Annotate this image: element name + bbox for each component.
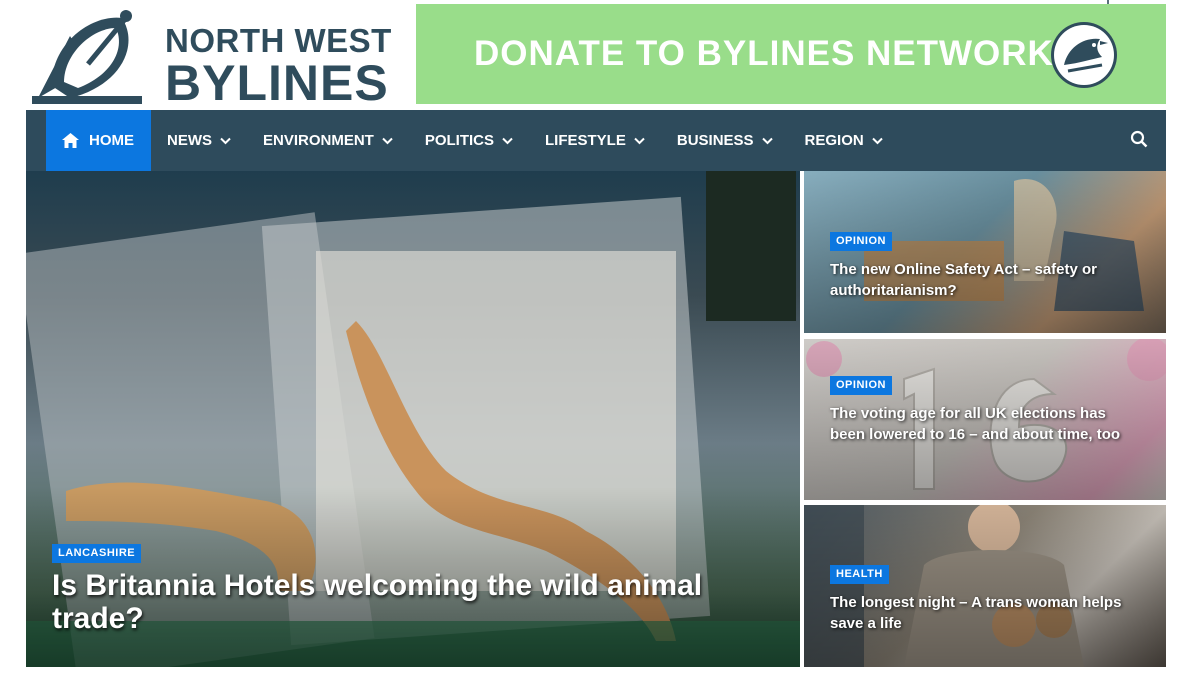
- chevron-down-icon: [634, 137, 645, 144]
- chevron-down-icon: [872, 137, 883, 144]
- card-title[interactable]: The longest night – A trans woman helps …: [830, 592, 1130, 634]
- nav-label: ENVIRONMENT: [263, 132, 374, 149]
- article-card[interactable]: OPINION The voting age for all UK electi…: [804, 339, 1166, 500]
- card-title[interactable]: The voting age for all UK elections has …: [830, 403, 1130, 445]
- hero-article[interactable]: LANCASHIRE Is Britannia Hotels welcoming…: [26, 171, 800, 667]
- nav-item-news[interactable]: NEWS: [151, 110, 247, 171]
- satellite-dish-logo-icon: [32, 10, 142, 104]
- category-badge[interactable]: OPINION: [830, 376, 892, 395]
- card-title[interactable]: The new Online Safety Act – safety or au…: [830, 259, 1130, 301]
- article-card[interactable]: HEALTH The longest night – A trans woman…: [804, 505, 1166, 667]
- chevron-down-icon: [761, 137, 773, 144]
- chevron-down-icon: [220, 137, 231, 144]
- logo-line-1: NORTH WEST: [165, 22, 392, 59]
- nav-label: NEWS: [167, 132, 212, 149]
- chevron-down-icon: [502, 137, 513, 144]
- nav-item-home[interactable]: HOME: [46, 110, 151, 171]
- nav-label: BUSINESS: [676, 132, 754, 149]
- nav-item-lifestyle[interactable]: LIFESTYLE: [529, 110, 661, 171]
- banner-text: DONATE TO BYLINES NETWORK: [474, 34, 1054, 73]
- nav-label: REGION: [804, 132, 864, 149]
- nav-item-business[interactable]: BUSINESS: [661, 110, 789, 171]
- donate-banner[interactable]: DONATE TO BYLINES NETWORK: [416, 4, 1166, 104]
- home-icon: [62, 133, 79, 148]
- card-overlay: [804, 171, 1166, 333]
- nav-item-region[interactable]: REGION: [789, 110, 899, 171]
- main-nav: HOME NEWS ENVIRONMENT POLITICS LIFESTYLE…: [26, 110, 1166, 171]
- bird-logo-icon: [1051, 22, 1117, 88]
- card-overlay: [804, 505, 1166, 667]
- chevron-down-icon: [382, 137, 393, 144]
- site-logo[interactable]: NORTH WEST BYLINES: [30, 6, 391, 108]
- hero-title[interactable]: Is Britannia Hotels welcoming the wild a…: [52, 569, 772, 635]
- category-badge[interactable]: HEALTH: [830, 565, 889, 584]
- nav-item-politics[interactable]: POLITICS: [409, 110, 529, 171]
- nav-item-environment[interactable]: ENVIRONMENT: [247, 110, 409, 171]
- search-icon[interactable]: [1130, 130, 1148, 148]
- nav-label: HOME: [89, 132, 134, 149]
- nav-label: LIFESTYLE: [545, 132, 626, 149]
- nav-label: POLITICS: [424, 132, 495, 149]
- article-card[interactable]: OPINION The new Online Safety Act – safe…: [804, 171, 1166, 333]
- logo-line-2: BYLINES: [165, 55, 389, 111]
- category-badge[interactable]: OPINION: [830, 232, 892, 251]
- category-badge[interactable]: LANCASHIRE: [52, 544, 142, 563]
